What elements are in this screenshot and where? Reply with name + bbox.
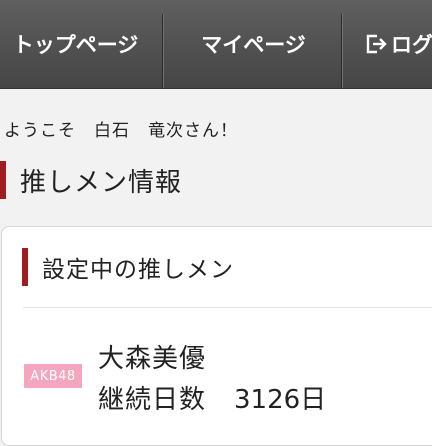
- card-heading: 設定中の推しメン: [22, 248, 234, 286]
- nav-logout-label: ログ: [391, 33, 432, 57]
- section-heading: 推しメン情報: [0, 161, 182, 199]
- card-divider: [23, 307, 432, 308]
- member-name: 大森美優: [98, 344, 207, 374]
- nav-divider: [162, 14, 164, 88]
- streak-value: 3126日: [234, 385, 327, 415]
- nav-logout[interactable]: ログ: [345, 0, 432, 88]
- nav-top-page[interactable]: トップページ: [0, 0, 163, 88]
- card-accent-bar: [22, 248, 28, 286]
- nav-my-page[interactable]: マイページ: [166, 0, 341, 88]
- streak-label: 継続日数: [98, 385, 207, 415]
- section-title: 推しメン情報: [20, 167, 183, 198]
- group-badge: AKB48: [24, 364, 82, 388]
- welcome-message: ようこそ 白石 竜次さん！: [4, 121, 238, 141]
- nav-top-page-label: トップページ: [12, 33, 139, 57]
- top-navbar: トップページ マイページ ログ: [0, 0, 432, 89]
- nav-my-page-label: マイページ: [201, 33, 306, 57]
- nav-divider: [341, 14, 343, 88]
- card-title: 設定中の推しメン: [42, 257, 234, 283]
- logout-icon: [365, 33, 387, 55]
- section-accent-bar: [0, 161, 6, 199]
- streak-row: 継続日数 3126日: [98, 379, 326, 416]
